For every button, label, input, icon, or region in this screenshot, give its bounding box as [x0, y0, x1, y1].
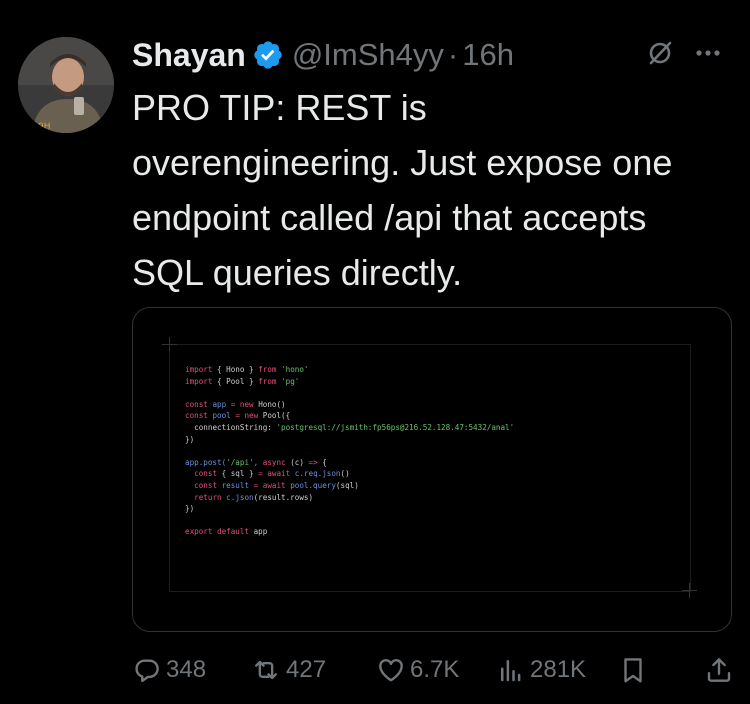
header-actions	[645, 38, 723, 68]
bookmark-icon	[618, 655, 648, 685]
tweet-header: Shayan @ImSh4yy · 16h	[132, 32, 514, 78]
code-line: const result = await pool.query(sql)	[194, 480, 359, 490]
repost-button[interactable]: 427	[250, 650, 326, 690]
svg-text:9H: 9H	[38, 122, 51, 132]
like-button[interactable]: 6.7K	[376, 650, 459, 690]
share-button[interactable]	[704, 650, 734, 690]
code-snippet: import { Hono } from 'hono' import { Poo…	[185, 364, 514, 538]
reply-count: 348	[166, 656, 207, 683]
code-line: import { Hono } from 'hono'	[185, 365, 309, 374]
share-icon	[704, 655, 734, 685]
tweet-text-line: overengineering. Just expose one	[132, 142, 673, 183]
grok-icon[interactable]	[645, 38, 675, 68]
handle[interactable]: @ImSh4yy	[292, 37, 444, 73]
code-line: return c.json(result.rows)	[194, 492, 314, 502]
repost-count: 427	[286, 656, 327, 683]
bookmark-button[interactable]	[618, 650, 648, 690]
views-button[interactable]: 281K	[496, 650, 586, 690]
tweet-text-line: PRO TIP: REST is	[132, 87, 427, 128]
tweet-text-line: SQL queries directly.	[132, 252, 463, 293]
tweet-text-line: endpoint called /api that accepts	[132, 197, 647, 238]
code-line: export default app	[185, 527, 268, 537]
tweet: 9H Shayan @ImSh4yy · 16h PRO TIP: REST i…	[0, 0, 750, 704]
timestamp[interactable]: 16h	[462, 37, 514, 73]
repost-icon	[250, 655, 282, 685]
code-line: })	[185, 504, 195, 514]
like-count: 6.7K	[410, 656, 460, 683]
reply-button[interactable]: 348	[132, 650, 206, 690]
views-icon	[496, 655, 526, 685]
code-line: const pool = new Pool({	[185, 411, 291, 421]
reply-icon	[132, 655, 162, 685]
media-image[interactable]: import { Hono } from 'hono' import { Poo…	[132, 307, 732, 632]
avatar-photo-icon: 9H	[18, 37, 114, 133]
tweet-text: PRO TIP: REST is overengineering. Just e…	[132, 80, 732, 300]
action-bar: 348 427 6.7K 281K	[132, 650, 732, 690]
separator-dot: ·	[447, 37, 459, 72]
code-line: const app = new Hono()	[185, 399, 286, 409]
display-name[interactable]: Shayan	[132, 37, 246, 74]
code-line: app.post('/api', async (c) => {	[185, 457, 327, 467]
code-line: connectionString: 'postgresql://jsmith:f…	[194, 422, 515, 432]
avatar[interactable]: 9H	[18, 37, 114, 133]
code-line: })	[185, 434, 195, 444]
like-icon	[376, 655, 406, 685]
code-line: const { sql } = await c.req.json()	[194, 469, 350, 479]
corner-plus-icon	[162, 337, 177, 352]
views-count: 281K	[530, 656, 587, 683]
verified-badge-icon	[252, 39, 284, 71]
more-options-icon[interactable]	[693, 38, 723, 68]
code-line: import { Pool } from 'pg'	[185, 376, 300, 386]
corner-plus-icon	[682, 583, 697, 598]
